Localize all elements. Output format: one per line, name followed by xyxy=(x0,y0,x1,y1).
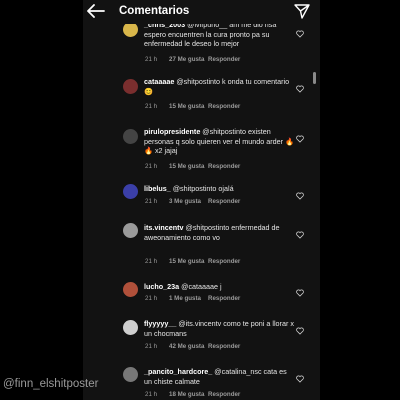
comment-meta: 21 h 27 Me gusta Responder xyxy=(145,56,240,63)
avatar[interactable] xyxy=(123,367,138,382)
comment-likes[interactable]: 15 Me gusta xyxy=(169,258,208,265)
scrollbar[interactable] xyxy=(313,72,316,84)
comment-text: cataaaae @shitpostinto k onda tu comenta… xyxy=(144,77,294,96)
comment-username[interactable]: cataaaae xyxy=(144,77,174,86)
comment-username[interactable]: libelus_ xyxy=(144,184,171,193)
comment-meta: 21 h 15 Me gusta Responder xyxy=(145,103,240,110)
heart-icon[interactable] xyxy=(296,192,304,200)
top-bar: Comentarios xyxy=(83,0,320,24)
comment-text: its.vincentv @shitpostinto enfermedad de… xyxy=(144,223,294,242)
comment-text: _chris_2003 @lvlfpuno__ am me dio risa e… xyxy=(144,20,294,49)
heart-icon[interactable] xyxy=(296,231,304,239)
comment-time: 21 h xyxy=(145,163,158,170)
comment-text: flyyyyy__ @its.vincentv como te poni a l… xyxy=(144,319,294,338)
watermark: @finn_elshitposter xyxy=(3,378,99,390)
comment-likes[interactable]: 1 Me gusta xyxy=(169,295,208,302)
avatar[interactable] xyxy=(123,223,138,238)
heart-icon[interactable] xyxy=(296,30,304,38)
comment-time: 21 h xyxy=(145,56,158,63)
comment-meta: 21 h 15 Me gusta Responder xyxy=(145,163,240,170)
reply-button[interactable]: Responder xyxy=(208,258,240,265)
avatar[interactable] xyxy=(123,22,138,37)
reply-button[interactable]: Responder xyxy=(208,198,240,205)
comment-meta: 21 h 42 Me gusta Responder xyxy=(145,343,240,350)
comment-time: 21 h xyxy=(145,295,158,302)
comment-likes[interactable]: 27 Me gusta xyxy=(169,56,208,63)
comment-text: lucho_23a @cataaaae j xyxy=(144,282,294,292)
heart-icon[interactable] xyxy=(296,289,304,297)
heart-icon[interactable] xyxy=(296,327,304,335)
heart-icon[interactable] xyxy=(296,135,304,143)
comment-meta: 21 h 18 Me gusta Responder xyxy=(145,391,240,398)
avatar[interactable] xyxy=(123,129,138,144)
reply-button[interactable]: Responder xyxy=(208,163,240,170)
comment-time: 21 h xyxy=(145,198,158,205)
comment-likes[interactable]: 42 Me gusta xyxy=(169,343,208,350)
reply-button[interactable]: Responder xyxy=(208,103,240,110)
comment-body: @cataaaae j xyxy=(179,282,222,291)
comment-text: libelus_ @shitpostinto ojalá xyxy=(144,184,294,194)
comment-meta: 21 h 3 Me gusta Responder xyxy=(145,198,240,205)
comment-text: pirulopresidente @shitpostinto existen p… xyxy=(144,127,294,156)
comment-username[interactable]: its.vincentv xyxy=(144,223,184,232)
reply-button[interactable]: Responder xyxy=(208,343,240,350)
comments-screen: Comentarios _chris_2003 @lvlfpuno__ am m… xyxy=(83,0,320,400)
reply-button[interactable]: Responder xyxy=(208,295,240,302)
comment-likes[interactable]: 3 Me gusta xyxy=(169,198,208,205)
comment-username[interactable]: pirulopresidente xyxy=(144,127,200,136)
avatar[interactable] xyxy=(123,79,138,94)
send-icon[interactable] xyxy=(294,4,310,19)
heart-icon[interactable] xyxy=(296,375,304,383)
reply-button[interactable]: Responder xyxy=(208,56,240,63)
avatar[interactable] xyxy=(123,320,138,335)
comment-meta: 21 h 1 Me gusta Responder xyxy=(145,295,240,302)
comment-text: _pancito_hardcore_ @catalina_nsc cata es… xyxy=(144,367,294,386)
comment-likes[interactable]: 15 Me gusta xyxy=(169,103,208,110)
comment-time: 21 h xyxy=(145,391,158,398)
comment-username[interactable]: lucho_23a xyxy=(144,282,179,291)
avatar[interactable] xyxy=(123,282,138,297)
reply-button[interactable]: Responder xyxy=(208,391,240,398)
page-title: Comentarios xyxy=(119,5,190,17)
avatar[interactable] xyxy=(123,184,138,199)
comment-meta: 21 h 15 Me gusta Responder xyxy=(145,258,240,265)
comment-time: 21 h xyxy=(145,343,158,350)
comment-likes[interactable]: 15 Me gusta xyxy=(169,163,208,170)
comment-username[interactable]: _pancito_hardcore_ xyxy=(144,367,212,376)
comment-time: 21 h xyxy=(145,103,158,110)
comment-username[interactable]: flyyyyy__ xyxy=(144,319,176,328)
comment-body: @shitpostinto ojalá xyxy=(170,184,234,193)
heart-icon[interactable] xyxy=(296,85,304,93)
comment-likes[interactable]: 18 Me gusta xyxy=(169,391,208,398)
arrow-left-icon[interactable] xyxy=(87,4,105,18)
comment-time: 21 h xyxy=(145,258,158,265)
